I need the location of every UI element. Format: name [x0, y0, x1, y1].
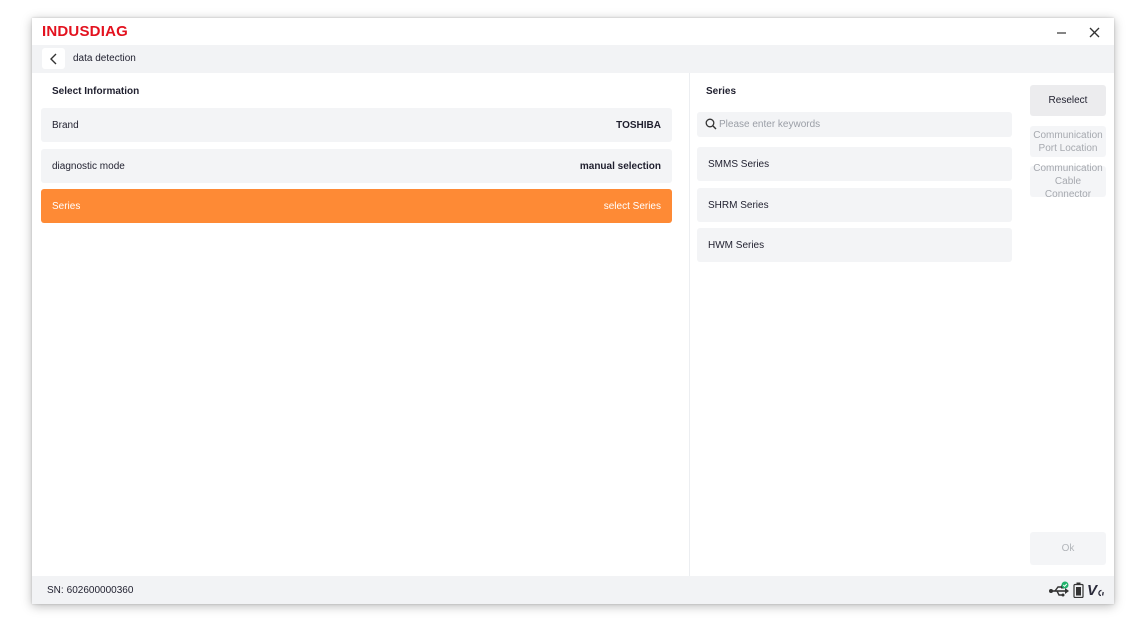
info-row-label: Brand: [52, 120, 79, 131]
app-window: INDUSDIAG data detection Select Informat…: [32, 18, 1114, 604]
usb-connected-icon: [1048, 581, 1069, 597]
series-item-smms[interactable]: SMMS Series: [697, 147, 1012, 181]
info-row-diagnostic-mode[interactable]: diagnostic mode manual selection: [41, 149, 672, 183]
status-icons: V: [1048, 580, 1105, 600]
title-bar: INDUSDIAG: [32, 18, 1114, 45]
series-item-shrm[interactable]: SHRM Series: [697, 188, 1012, 222]
series-title: Series: [706, 86, 737, 97]
series-item-label: HWM Series: [708, 240, 765, 251]
port-location-button[interactable]: Communication Port Location: [1030, 126, 1106, 157]
series-item-hwm[interactable]: HWM Series: [697, 228, 1012, 262]
page-title: data detection: [73, 53, 136, 64]
info-row-series[interactable]: Series select Series: [41, 189, 672, 223]
search-icon: [705, 118, 717, 130]
side-panel: Reselect Communication Port Location Com…: [1021, 73, 1114, 576]
back-button[interactable]: [42, 48, 65, 69]
serial-number: SN: 602600000360: [47, 585, 133, 596]
series-item-label: SMMS Series: [708, 159, 770, 170]
close-icon: [1089, 27, 1099, 37]
battery-icon: [1073, 582, 1084, 598]
vci-ci-mark: [1098, 589, 1104, 596]
info-row-value: manual selection: [579, 161, 661, 172]
status-bar: SN: 602600000360 V: [32, 576, 1114, 604]
cable-connector-button[interactable]: Communication Cable Connector: [1030, 163, 1106, 200]
select-information-panel: Select Information Brand TOSHIBA diagnos…: [32, 73, 689, 576]
ok-button[interactable]: Ok: [1030, 532, 1106, 565]
info-row-brand[interactable]: Brand TOSHIBA: [41, 108, 672, 142]
reselect-button[interactable]: Reselect: [1030, 85, 1106, 116]
close-button[interactable]: [1083, 22, 1105, 42]
minimize-button[interactable]: [1050, 22, 1072, 42]
search-input[interactable]: [719, 114, 1004, 135]
minimize-icon: [1056, 31, 1066, 34]
serial-number-value: 602600000360: [66, 585, 134, 596]
info-row-value: TOSHIBA: [616, 120, 661, 131]
nav-bar: data detection: [32, 45, 1114, 73]
info-row-label: diagnostic mode: [52, 161, 125, 172]
chevron-left-icon: [49, 53, 56, 64]
serial-number-label: SN:: [47, 585, 64, 596]
select-information-title: Select Information: [52, 86, 140, 97]
series-search: [697, 112, 1012, 137]
series-panel: Series SMMS Series SHRM Series HWM Serie…: [689, 73, 1021, 576]
info-row-label: Series: [52, 201, 81, 212]
series-item-label: SHRM Series: [708, 200, 769, 211]
info-row-value: select Series: [603, 201, 661, 212]
vci-icon: V: [1087, 583, 1105, 598]
vci-label: V: [1086, 581, 1097, 599]
brand-logo: INDUSDIAG: [42, 23, 128, 40]
main-content: Select Information Brand TOSHIBA diagnos…: [32, 73, 1114, 576]
